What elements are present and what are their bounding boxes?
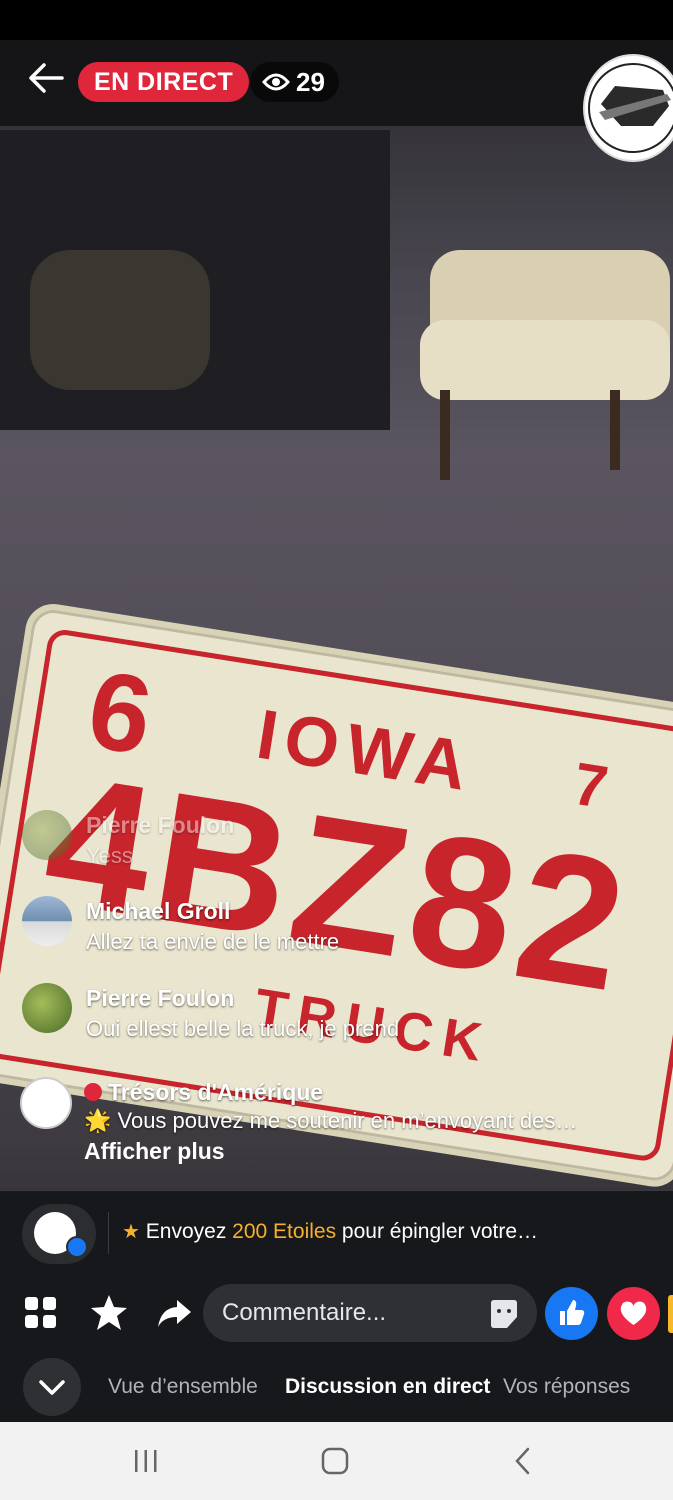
- pin-prefix: Envoyez: [145, 1220, 233, 1243]
- video-shelf: [0, 130, 390, 430]
- video-shelf-object: [30, 250, 210, 390]
- apps-grid-icon[interactable]: [20, 1292, 62, 1334]
- love-icon: [620, 1301, 647, 1325]
- avatar[interactable]: [22, 983, 72, 1033]
- comment-text: 🌟 Vous pouvez me soutenir en m’envoyant …: [84, 1108, 578, 1133]
- like-reaction-button[interactable]: [545, 1287, 598, 1340]
- comment-item: Pierre Foulon Oui ellest belle la truck,…: [22, 983, 399, 1045]
- star-burst-icon[interactable]: [88, 1292, 130, 1334]
- more-reactions-edge[interactable]: [668, 1295, 673, 1333]
- page-logo[interactable]: [583, 54, 673, 162]
- pin-divider: [108, 1212, 109, 1254]
- comment-author-host[interactable]: Trésors d'Amérique: [84, 1077, 323, 1107]
- comment-author[interactable]: Pierre Foulon: [86, 810, 234, 840]
- comment-text: Oui ellest belle la truck, je prend: [86, 1016, 400, 1041]
- sticker-icon[interactable]: [487, 1297, 521, 1331]
- host-badge-icon: [84, 1083, 102, 1101]
- chevron-down-icon: [39, 1380, 65, 1395]
- avatar[interactable]: [22, 810, 72, 860]
- pin-prompt[interactable]: ★ Envoyez 200 Etoiles pour épingler votr…: [122, 1214, 538, 1250]
- viewer-count: 29: [296, 66, 325, 97]
- comment-author[interactable]: Pierre Foulon: [86, 983, 399, 1013]
- comment-text: Yess: [86, 843, 133, 868]
- comment-item: Michael Groll Allez ta envie de le mettr…: [22, 896, 339, 958]
- video-armchair: [420, 250, 670, 480]
- collapse-button[interactable]: [23, 1358, 81, 1416]
- pin-stars: 200 Etoiles: [232, 1220, 337, 1243]
- comment-author[interactable]: Michael Groll: [86, 896, 339, 926]
- share-icon[interactable]: [153, 1292, 195, 1334]
- tab-live-discussion[interactable]: Discussion en direct: [285, 1372, 490, 1402]
- page-logo-image: [588, 63, 673, 153]
- back-icon[interactable]: [508, 1446, 540, 1476]
- viewer-count-badge: 29: [250, 62, 339, 102]
- pin-suffix: pour épingler votre…: [336, 1220, 539, 1243]
- like-icon: [560, 1300, 585, 1325]
- home-icon[interactable]: [319, 1446, 351, 1476]
- comment-author-name: Trésors d'Amérique: [108, 1079, 324, 1105]
- eye-icon: [262, 73, 290, 91]
- see-more-link[interactable]: Afficher plus: [84, 1136, 225, 1166]
- live-badge: EN DIRECT: [78, 62, 250, 102]
- host-avatar[interactable]: [20, 1077, 72, 1129]
- divider: [0, 1190, 673, 1191]
- avatar[interactable]: [22, 896, 72, 946]
- system-nav-bar: [0, 1422, 673, 1500]
- recents-icon[interactable]: [130, 1446, 162, 1476]
- verified-icon: [66, 1236, 88, 1258]
- love-reaction-button[interactable]: [607, 1287, 660, 1340]
- comment-item: Pierre Foulon Yess: [22, 810, 234, 872]
- back-arrow-icon[interactable]: [26, 58, 66, 98]
- star-icon: ★: [122, 1221, 140, 1243]
- comment-text: Allez ta envie de le mettre: [86, 929, 340, 954]
- tab-your-replies[interactable]: Vos réponses: [503, 1372, 630, 1402]
- status-bar: [0, 0, 673, 40]
- pin-avatar-button[interactable]: [22, 1204, 96, 1264]
- tab-overview[interactable]: Vue d’ensemble: [108, 1372, 258, 1402]
- comment-placeholder: Commentaire...: [222, 1299, 387, 1326]
